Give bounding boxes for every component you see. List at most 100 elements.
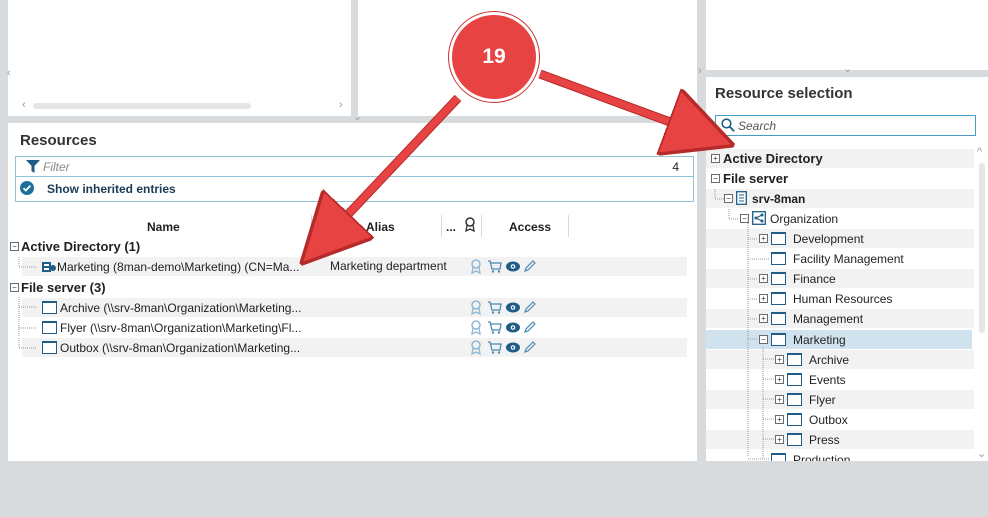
tree-label: Finance [793, 272, 836, 286]
table-row[interactable]: Outbox (\\srv-8man\Organization\Marketin… [18, 338, 687, 357]
expand-icon[interactable]: + [775, 395, 784, 404]
vertical-scrollbar[interactable] [979, 163, 985, 333]
collapse-chevron-icon[interactable]: ⌄ [843, 64, 852, 75]
tree-row-development[interactable]: + Development [706, 229, 974, 248]
folder-icon [771, 292, 786, 305]
tree-label: Organization [770, 212, 839, 226]
scroll-right-arrow-icon[interactable]: › [339, 100, 343, 111]
folder-icon [771, 453, 786, 461]
expand-icon[interactable]: + [759, 314, 768, 323]
edit-pencil-icon[interactable] [523, 320, 537, 337]
edit-pencil-icon[interactable] [523, 340, 537, 357]
folder-icon [787, 393, 802, 406]
expand-icon[interactable]: + [775, 435, 784, 444]
resources-title: Resources [20, 132, 97, 149]
expand-icon[interactable]: + [775, 375, 784, 384]
row-alias: Marketing department [330, 259, 447, 273]
search-icon [721, 118, 735, 135]
scroll-down-icon[interactable]: ⌄ [977, 449, 986, 460]
tree-label: Facility Management [793, 252, 904, 266]
cart-icon[interactable] [488, 260, 502, 276]
row-name: Flyer (\\srv-8man\Organization\Marketing… [60, 321, 302, 335]
collapse-icon[interactable]: − [724, 194, 733, 203]
collapse-icon[interactable]: − [759, 335, 768, 344]
cart-icon[interactable] [488, 341, 502, 357]
eye-icon[interactable] [506, 322, 520, 336]
folder-icon [787, 373, 802, 386]
tree-row-organization[interactable]: − Organization [706, 209, 974, 228]
row-name: Marketing (8man-demo\Marketing) (CN=Ma..… [57, 260, 300, 274]
column-divider[interactable] [441, 215, 442, 237]
collapse-icon[interactable]: − [740, 214, 749, 223]
folder-icon [787, 353, 802, 366]
eye-icon[interactable] [506, 261, 520, 275]
scroll-right-icon[interactable]: › [698, 66, 702, 77]
column-header-more[interactable]: ... [446, 220, 456, 234]
scroll-left-icon[interactable]: ‹ [7, 68, 11, 79]
table-row[interactable]: Marketing (8man-demo\Marketing) (CN=Ma..… [18, 257, 687, 276]
scroll-down-indicator-icon[interactable]: ⌄ [353, 112, 362, 123]
tree-row-srv-8man[interactable]: − srv-8man [706, 189, 974, 208]
column-divider[interactable] [568, 215, 569, 237]
ad-group-icon [42, 259, 56, 276]
expand-icon[interactable]: + [711, 154, 720, 163]
expand-icon[interactable]: + [759, 274, 768, 283]
tree-label: File server [723, 171, 789, 186]
folder-icon [771, 272, 786, 285]
tree-label: srv-8man [752, 192, 806, 206]
scroll-left-arrow-icon[interactable]: ‹ [22, 100, 26, 111]
collapse-group-icon[interactable]: − [10, 242, 19, 251]
tree-row-outbox[interactable]: + Outbox [706, 410, 974, 429]
tree-row-facility-management[interactable]: Facility Management [706, 249, 974, 268]
edit-pencil-icon[interactable] [523, 300, 537, 317]
filter-row[interactable]: Filter 4 [16, 157, 693, 177]
column-divider[interactable] [481, 215, 482, 237]
scroll-up-icon[interactable]: ^ [977, 147, 982, 158]
filter-funnel-icon[interactable] [26, 160, 40, 176]
table-row[interactable]: Flyer (\\srv-8man\Organization\Marketing… [19, 318, 687, 337]
tree-row-active-directory[interactable]: + Active Directory [706, 149, 974, 168]
column-header-name[interactable]: Name [147, 220, 180, 234]
tree-row-flyer[interactable]: + Flyer [706, 390, 974, 409]
tree-row-production[interactable]: Production [706, 450, 974, 461]
tree-connector [19, 327, 37, 329]
tree-label: Human Resources [793, 292, 893, 306]
tree-row-management[interactable]: + Management [706, 309, 974, 328]
folder-icon [771, 232, 786, 245]
column-header-alias[interactable]: Alias [366, 220, 395, 234]
column-divider[interactable] [311, 215, 312, 237]
expand-icon[interactable]: + [759, 234, 768, 243]
ribbon-icon[interactable] [464, 217, 476, 235]
group-file-server[interactable]: File server (3) [21, 280, 106, 295]
tree-row-marketing[interactable]: − Marketing [706, 330, 972, 349]
expand-icon[interactable]: + [759, 294, 768, 303]
expand-icon[interactable]: + [775, 415, 784, 424]
tree-row-archive[interactable]: + Archive [706, 350, 974, 369]
tree-row-finance[interactable]: + Finance [706, 269, 974, 288]
horizontal-scrollbar[interactable] [33, 103, 251, 109]
collapse-group-icon[interactable]: − [10, 283, 19, 292]
table-row[interactable]: Archive (\\srv-8man\Organization\Marketi… [18, 297, 687, 337]
collapse-icon[interactable]: − [711, 174, 720, 183]
group-active-directory[interactable]: Active Directory (1) [21, 239, 140, 254]
tree-label: Flyer [809, 393, 836, 407]
search-box[interactable]: Search [715, 115, 976, 136]
cart-icon[interactable] [488, 321, 502, 337]
tree-row-press[interactable]: + Press [706, 430, 974, 449]
cart-icon[interactable] [488, 301, 502, 317]
tree-row-human-resources[interactable]: + Human Resources [706, 289, 974, 308]
folder-icon [787, 433, 802, 446]
edit-pencil-icon[interactable] [523, 259, 537, 276]
search-input[interactable]: Search [738, 119, 776, 133]
expand-icon[interactable]: + [775, 355, 784, 364]
eye-icon[interactable] [506, 302, 520, 316]
filter-input[interactable]: Filter [43, 160, 70, 174]
step-badge: 19 [449, 12, 539, 102]
tree-row-file-server[interactable]: − File server [706, 169, 974, 188]
ribbon-icon [470, 300, 482, 318]
tree-label: Marketing [793, 333, 846, 347]
tree-row-events[interactable]: + Events [706, 370, 974, 389]
eye-icon[interactable] [506, 342, 520, 356]
column-header-access[interactable]: Access [509, 220, 551, 234]
show-inherited-toggle[interactable]: Show inherited entries [47, 182, 176, 196]
